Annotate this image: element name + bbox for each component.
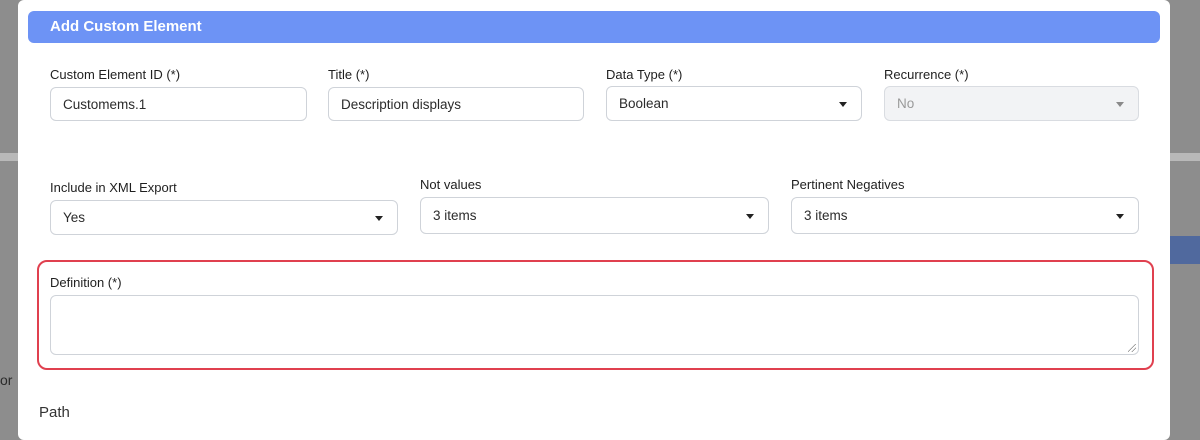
pertinent-negatives-field: Pertinent Negatives	[791, 177, 904, 193]
title-field: Title (*)	[328, 67, 369, 83]
background-divider-right	[1170, 153, 1200, 161]
include-xml-label: Include in XML Export	[50, 180, 177, 195]
include-xml-value: Yes	[63, 210, 86, 225]
not-values-value: 3 items	[433, 208, 477, 223]
definition-label: Definition (*)	[50, 275, 122, 290]
title-input[interactable]: Description displays	[328, 87, 584, 121]
include-xml-field: Include in XML Export	[50, 180, 177, 196]
definition-textarea[interactable]	[50, 295, 1139, 355]
custom-element-id-field: Custom Element ID (*)	[50, 67, 180, 83]
title-label: Title (*)	[328, 67, 370, 82]
background-partial-text: or	[0, 372, 13, 388]
resize-handle-icon[interactable]	[1128, 344, 1136, 352]
not-values-select[interactable]: 3 items	[420, 197, 769, 234]
recurrence-field: Recurrence (*)	[884, 67, 969, 83]
pertinent-negatives-value: 3 items	[804, 208, 848, 223]
data-type-label: Data Type (*)	[606, 67, 683, 82]
data-type-select[interactable]: Boolean	[606, 86, 862, 121]
recurrence-value: No	[897, 96, 915, 111]
include-xml-select[interactable]: Yes	[50, 200, 398, 235]
recurrence-label: Recurrence (*)	[884, 67, 969, 82]
custom-element-id-input[interactable]: Customems.1	[50, 87, 307, 121]
chevron-down-icon	[1116, 213, 1124, 219]
pertinent-negatives-select[interactable]: 3 items	[791, 197, 1139, 234]
modal-title: Add Custom Element	[50, 18, 202, 35]
background-divider-left	[0, 153, 18, 161]
data-type-value: Boolean	[619, 96, 669, 111]
recurrence-select: No	[884, 86, 1139, 121]
custom-element-id-value: Customems.1	[63, 96, 147, 112]
background-highlight-row	[1170, 236, 1200, 264]
custom-element-id-label: Custom Element ID (*)	[50, 67, 181, 82]
add-custom-element-modal: Add Custom Element Custom Element ID (*)…	[18, 0, 1170, 440]
path-section-title: Path	[39, 404, 70, 421]
chevron-down-icon	[839, 101, 847, 107]
title-value: Description displays	[341, 96, 462, 112]
modal-header: Add Custom Element	[28, 11, 1160, 43]
chevron-down-icon	[375, 215, 383, 221]
not-values-label: Not values	[420, 177, 482, 192]
definition-field: Definition (*)	[50, 275, 122, 291]
chevron-down-icon	[746, 213, 754, 219]
not-values-field: Not values	[420, 177, 481, 193]
data-type-field: Data Type (*)	[606, 67, 682, 83]
chevron-down-icon	[1116, 101, 1124, 107]
pertinent-negatives-label: Pertinent Negatives	[791, 177, 905, 192]
